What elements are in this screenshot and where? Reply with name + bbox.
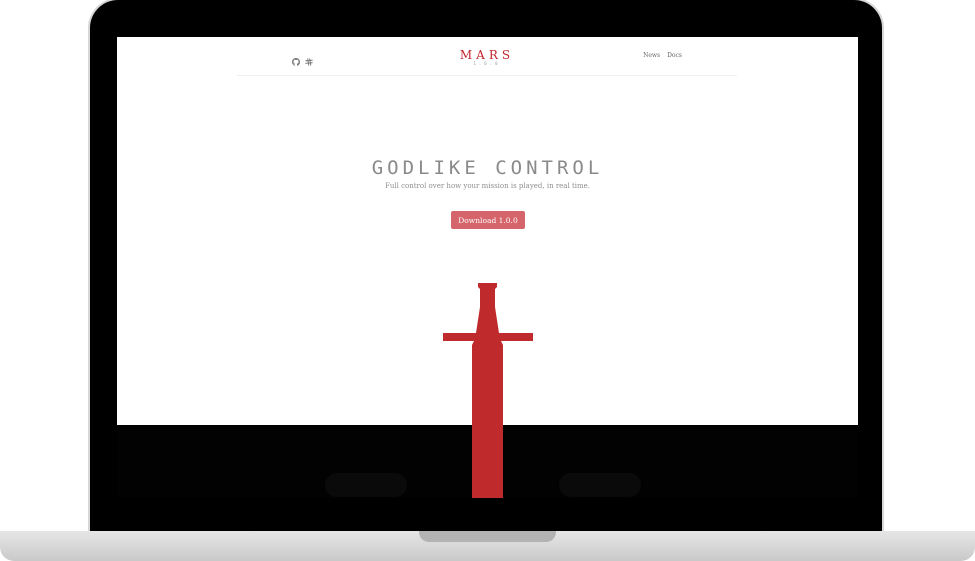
brand-version: 1.0.0 [473,61,501,66]
hero-subtitle: Full control over how your mission is pl… [385,182,590,190]
nav-link-docs[interactable]: Docs [667,52,682,59]
footer-pill-right [559,473,641,497]
hero-title: GODLIKE CONTROL [371,157,604,179]
sword-icon [443,283,533,498]
nav-link-news[interactable]: News [643,52,660,59]
download-button[interactable]: Download 1.0.0 [451,211,525,229]
nav-links: News Docs [643,52,682,59]
laptop-notch [419,531,556,542]
top-nav: MARS 1.0.0 News Docs [237,37,737,76]
laptop-screen: MARS 1.0.0 News Docs GODLIKE CONTROL Ful… [117,37,858,498]
footer-pill-left [325,473,407,497]
